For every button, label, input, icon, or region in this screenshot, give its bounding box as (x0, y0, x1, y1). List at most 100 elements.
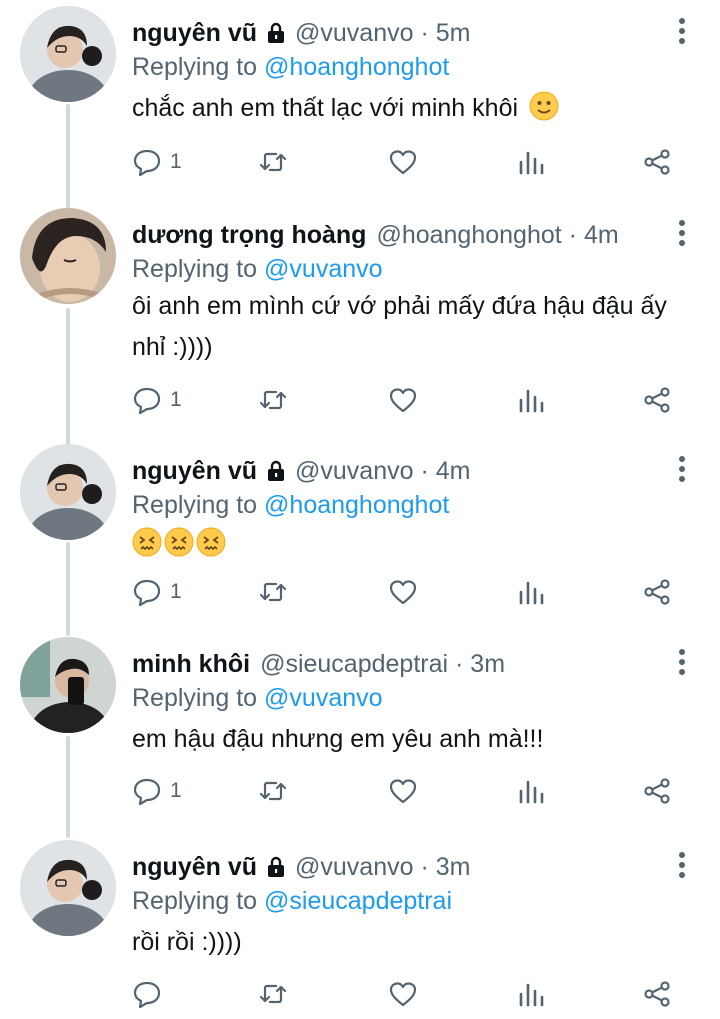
stats-button[interactable] (516, 771, 546, 811)
handle[interactable]: @sieucapdeptrai (260, 650, 448, 678)
tweet[interactable]: nguyên vũ @vuvanvo · 3m Replying to @sieu… (0, 840, 720, 1019)
stats-button[interactable] (516, 572, 546, 612)
share-icon (644, 387, 670, 413)
tweet-actions: 1 (132, 142, 682, 182)
share-button[interactable] (642, 771, 672, 811)
display-name[interactable]: nguyên vũ (132, 457, 257, 485)
retweet-button[interactable] (258, 974, 288, 1014)
retweet-button[interactable] (258, 771, 288, 811)
replying-to: Replying to @hoanghonghot (132, 50, 449, 84)
timestamp[interactable]: 3m (436, 853, 471, 881)
tweet[interactable]: dương trọng hoàng @hoanghonghot · 4m Repl… (0, 208, 720, 440)
more-icon[interactable] (678, 18, 686, 48)
reply-count: 1 (170, 580, 182, 603)
share-icon (644, 778, 670, 804)
reply-button[interactable] (132, 974, 170, 1014)
tweet-actions: 1 (132, 380, 682, 420)
tweet-header: minh khôi @sieucapdeptrai · 3m (132, 647, 660, 681)
display-name[interactable]: nguyên vũ (132, 19, 257, 47)
display-name[interactable]: minh khôi (132, 650, 250, 678)
reply-icon (133, 778, 161, 806)
like-icon (389, 580, 417, 605)
reply-icon (133, 579, 161, 607)
separator: · (568, 221, 577, 249)
replying-prefix: Replying to (132, 53, 265, 81)
timestamp[interactable]: 4m (436, 457, 471, 485)
retweet-button[interactable] (258, 572, 288, 612)
replying-prefix: Replying to (132, 887, 265, 915)
reply-button[interactable]: 1 (132, 380, 182, 420)
more-icon[interactable] (678, 456, 686, 486)
mention-link[interactable]: @vuvanvo (264, 255, 383, 283)
like-button[interactable] (388, 771, 418, 811)
reply-count: 1 (170, 779, 182, 802)
tweet-header: dương trọng hoàng @hoanghonghot · 4m (132, 218, 660, 252)
more-icon[interactable] (678, 220, 686, 250)
tweet-text: em hậu đậu nhưng em yêu anh mà!!! (132, 725, 544, 753)
share-button[interactable] (642, 974, 672, 1014)
display-name[interactable]: dương trọng hoàng (132, 221, 366, 249)
like-button[interactable] (388, 572, 418, 612)
tweet-header: nguyên vũ @vuvanvo · 5m (132, 16, 660, 50)
replying-to: Replying to @sieucapdeptrai (132, 884, 452, 918)
like-button[interactable] (388, 380, 418, 420)
stats-button[interactable] (516, 380, 546, 420)
more-icon[interactable] (678, 649, 686, 679)
like-icon (389, 982, 417, 1007)
replying-prefix: Replying to (132, 684, 265, 712)
stats-button[interactable] (516, 974, 546, 1014)
share-button[interactable] (642, 142, 672, 182)
timestamp[interactable]: 5m (436, 19, 471, 47)
avatar[interactable] (20, 444, 116, 540)
reply-icon (133, 149, 161, 177)
confounded-face-icon (132, 527, 162, 557)
share-button[interactable] (642, 380, 672, 420)
stats-button[interactable] (516, 142, 546, 182)
retweet-button[interactable] (258, 142, 288, 182)
mention-link[interactable]: @vuvanvo (264, 684, 383, 712)
retweet-icon (259, 984, 287, 1004)
handle[interactable]: @vuvanvo (295, 853, 414, 881)
stats-icon (519, 581, 544, 605)
retweet-button[interactable] (258, 380, 288, 420)
tweet-actions (132, 974, 682, 1014)
reply-count: 1 (170, 388, 182, 411)
confounded-face-icon (196, 527, 226, 557)
stats-icon (519, 389, 544, 413)
share-button[interactable] (642, 572, 672, 612)
avatar[interactable] (20, 637, 116, 733)
slightly-smiling-face-icon (529, 91, 559, 121)
handle[interactable]: @vuvanvo (295, 19, 414, 47)
timestamp[interactable]: 4m (584, 221, 619, 249)
timestamp[interactable]: 3m (470, 650, 505, 678)
stats-icon (519, 780, 544, 804)
retweet-icon (259, 781, 287, 801)
more-icon[interactable] (678, 852, 686, 882)
like-button[interactable] (388, 142, 418, 182)
like-button[interactable] (388, 974, 418, 1014)
tweet[interactable]: minh khôi @sieucapdeptrai · 3m Replying t… (0, 637, 720, 833)
mention-link[interactable]: @sieucapdeptrai (264, 887, 452, 915)
display-name[interactable]: nguyên vũ (132, 853, 257, 881)
mention-link[interactable]: @hoanghonghot (264, 491, 449, 519)
lock-icon (265, 19, 287, 53)
tweet[interactable]: nguyên vũ @vuvanvo · 5m Replying to @hoan… (0, 6, 720, 206)
replying-prefix: Replying to (132, 491, 265, 519)
lock-icon (265, 457, 287, 491)
replying-to: Replying to @vuvanvo (132, 252, 383, 286)
reply-button[interactable]: 1 (132, 572, 182, 612)
avatar[interactable] (20, 208, 116, 304)
share-icon (644, 149, 670, 175)
like-icon (389, 388, 417, 413)
mention-link[interactable]: @hoanghonghot (264, 53, 449, 81)
handle[interactable]: @hoanghonghot (376, 221, 561, 249)
reply-button[interactable]: 1 (132, 142, 182, 182)
tweet[interactable]: nguyên vũ @vuvanvo · 4m Replying to @hoan… (0, 444, 720, 634)
stats-icon (519, 983, 544, 1007)
replying-prefix: Replying to (132, 255, 265, 283)
avatar[interactable] (20, 840, 116, 936)
retweet-icon (259, 152, 287, 172)
handle[interactable]: @vuvanvo (295, 457, 414, 485)
reply-button[interactable]: 1 (132, 771, 182, 811)
avatar[interactable] (20, 6, 116, 102)
